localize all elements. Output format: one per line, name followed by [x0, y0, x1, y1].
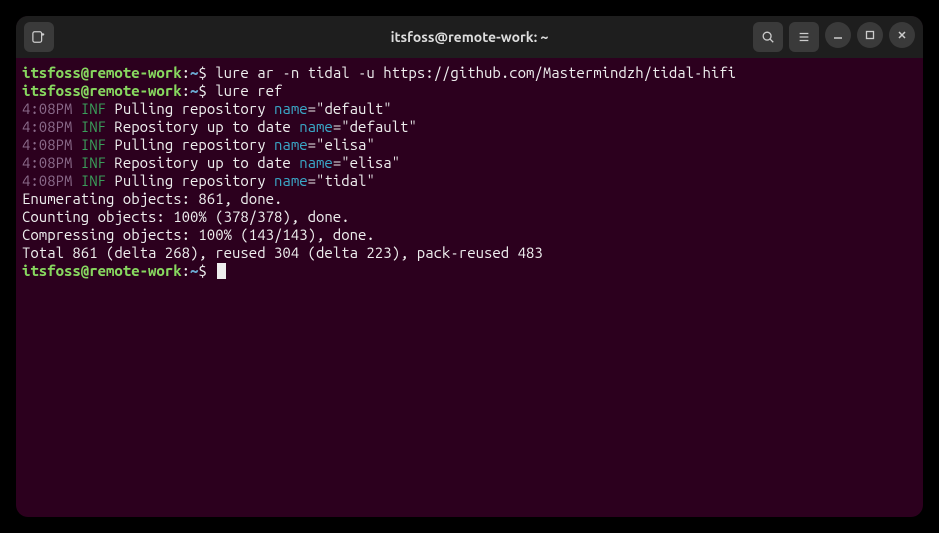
output-line: Total 861 (delta 268), reused 304 (delta…	[22, 244, 917, 262]
log-line: 4:08PM INF Repository up to date name="d…	[22, 118, 917, 136]
prompt-user: itsfoss@remote-work	[22, 262, 182, 279]
log-message: Pulling repository	[114, 136, 274, 153]
titlebar: itsfoss@remote-work: ~	[16, 16, 923, 58]
log-line: 4:08PM INF Pulling repository name="tida…	[22, 172, 917, 190]
log-message: Pulling repository	[114, 100, 274, 117]
log-time: 4:08PM	[22, 154, 72, 171]
close-button[interactable]	[889, 22, 915, 48]
log-line: 4:08PM INF Repository up to date name="e…	[22, 154, 917, 172]
log-value: ="default"	[333, 118, 417, 135]
log-value: ="elisa"	[308, 136, 375, 153]
prompt-dollar: $	[198, 82, 215, 99]
terminal-window: itsfoss@remote-work: ~	[16, 16, 923, 517]
close-icon	[896, 29, 908, 41]
log-line: 4:08PM INF Pulling repository name="elis…	[22, 136, 917, 154]
log-key: name	[299, 154, 333, 171]
log-level: INF	[81, 136, 106, 153]
log-level: INF	[81, 118, 106, 135]
maximize-button[interactable]	[857, 22, 883, 48]
hamburger-icon	[797, 30, 811, 44]
minimize-button[interactable]	[825, 22, 851, 48]
command-line: itsfoss@remote-work:~$ lure ref	[22, 82, 917, 100]
cursor	[217, 263, 226, 279]
log-message: Pulling repository	[114, 172, 274, 189]
command-line: itsfoss@remote-work:~$ lure ar -n tidal …	[22, 64, 917, 82]
prompt-colon: :	[182, 262, 190, 279]
log-message: Repository up to date	[114, 118, 299, 135]
command-text: lure ar -n tidal -u https://github.com/M…	[215, 64, 736, 81]
log-line: 4:08PM INF Pulling repository name="defa…	[22, 100, 917, 118]
output-line: Compressing objects: 100% (143/143), don…	[22, 226, 917, 244]
log-time: 4:08PM	[22, 118, 72, 135]
prompt-line: itsfoss@remote-work:~$	[22, 262, 917, 280]
minimize-icon	[832, 29, 844, 41]
log-value: ="tidal"	[308, 172, 375, 189]
new-tab-button[interactable]	[24, 22, 54, 52]
log-level: INF	[81, 172, 106, 189]
log-value: ="default"	[308, 100, 392, 117]
search-button[interactable]	[753, 22, 783, 52]
log-key: name	[274, 100, 308, 117]
prompt-colon: :	[182, 64, 190, 81]
prompt-dollar: $	[198, 64, 215, 81]
new-tab-icon	[32, 30, 46, 44]
log-level: INF	[81, 100, 106, 117]
command-text: lure ref	[215, 82, 282, 99]
output-line: Enumerating objects: 861, done.	[22, 190, 917, 208]
output-line: Counting objects: 100% (378/378), done.	[22, 208, 917, 226]
search-icon	[761, 30, 775, 44]
prompt-user: itsfoss@remote-work	[22, 82, 182, 99]
log-level: INF	[81, 154, 106, 171]
log-time: 4:08PM	[22, 136, 72, 153]
log-key: name	[274, 136, 308, 153]
log-message: Repository up to date	[114, 154, 299, 171]
maximize-icon	[864, 29, 876, 41]
terminal-body[interactable]: itsfoss@remote-work:~$ lure ar -n tidal …	[16, 58, 923, 517]
log-time: 4:08PM	[22, 172, 72, 189]
window-title: itsfoss@remote-work: ~	[391, 29, 549, 45]
log-key: name	[274, 172, 308, 189]
prompt-dollar: $	[198, 262, 215, 279]
log-value: ="elisa"	[333, 154, 400, 171]
log-time: 4:08PM	[22, 100, 72, 117]
prompt-colon: :	[182, 82, 190, 99]
log-key: name	[299, 118, 333, 135]
prompt-user: itsfoss@remote-work	[22, 64, 182, 81]
menu-button[interactable]	[789, 22, 819, 52]
